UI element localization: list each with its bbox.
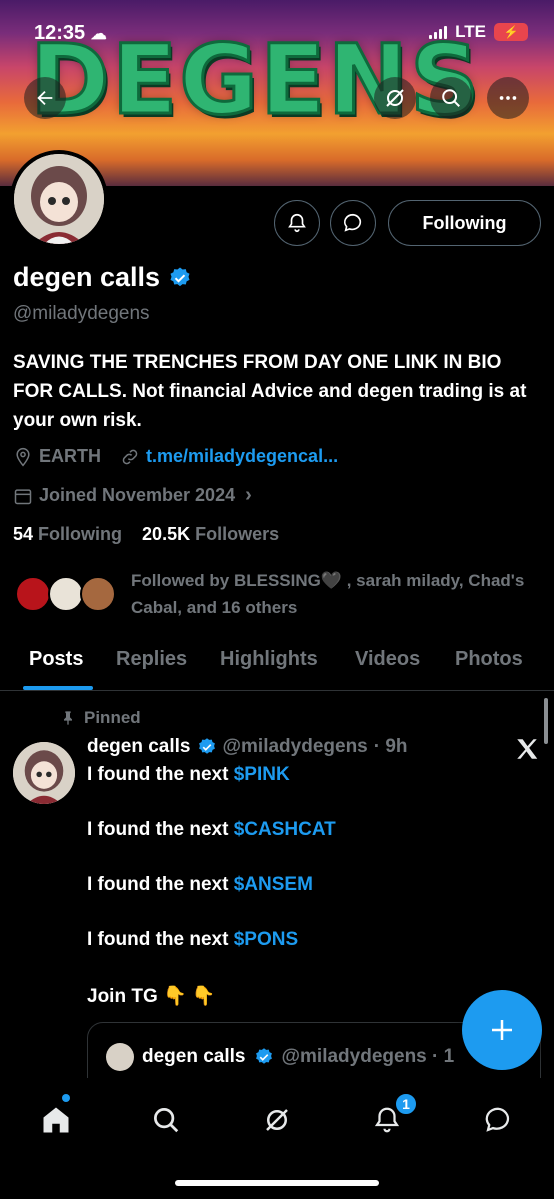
- post-header: degen calls @miladydegens · 9h: [87, 736, 408, 758]
- post-author-handle[interactable]: @miladydegens: [223, 736, 368, 758]
- quoted-author-avatar: [106, 1043, 134, 1071]
- scrollbar[interactable]: [544, 698, 548, 744]
- follower-avatar[interactable]: [15, 576, 51, 612]
- location-icon: [16, 447, 30, 466]
- x-logo-button[interactable]: [514, 736, 540, 767]
- cashtag[interactable]: $ANSEM: [234, 874, 313, 895]
- nav-home[interactable]: [36, 1100, 76, 1140]
- verified-badge-icon: [198, 738, 215, 754]
- home-icon: [43, 1107, 69, 1133]
- more-button[interactable]: [487, 77, 529, 119]
- post-line: I found the next $PINK: [87, 764, 290, 785]
- grok-button[interactable]: [374, 77, 416, 119]
- profile-name: degen calls: [13, 262, 161, 292]
- pin-icon: [64, 711, 72, 725]
- back-arrow-icon: [37, 90, 53, 106]
- status-time: 12:35 ☁: [34, 22, 107, 44]
- follower-avatar[interactable]: [80, 576, 116, 612]
- more-icon: [499, 96, 517, 100]
- verified-badge-icon: [170, 267, 190, 286]
- notification-badge: 1: [394, 1092, 418, 1116]
- profile-avatar[interactable]: [10, 150, 108, 248]
- tab-posts[interactable]: Posts: [29, 648, 83, 671]
- location-text: EARTH: [39, 446, 101, 466]
- chevron-right-icon: ›: [245, 484, 252, 506]
- link-row[interactable]: t.me/miladydegencal...: [120, 446, 338, 467]
- quoted-author-name: degen calls: [142, 1046, 246, 1067]
- followers-stat[interactable]: 20.5K Followers: [142, 524, 279, 544]
- verified-badge-icon: [255, 1048, 272, 1064]
- notify-button[interactable]: [274, 200, 320, 246]
- following-stat[interactable]: 54 Following: [13, 524, 122, 544]
- post-line: I found the next $ANSEM: [87, 874, 313, 895]
- signal-icon: [429, 25, 448, 39]
- post-author-name[interactable]: degen calls: [87, 736, 191, 758]
- message-icon: [344, 213, 362, 232]
- tab-replies[interactable]: Replies: [116, 648, 187, 671]
- profile-handle: @miladydegens: [13, 303, 150, 324]
- profile-link[interactable]: t.me/miladydegencal...: [146, 446, 338, 467]
- status-indicators: LTE ⚡: [429, 22, 528, 42]
- cashtag[interactable]: $CASHCAT: [234, 819, 336, 840]
- network-label: LTE: [455, 22, 486, 41]
- post-line: I found the next $PONS: [87, 929, 299, 950]
- active-tab-indicator: [23, 686, 93, 690]
- follow-stats: 54 Following 20.5K Followers: [13, 524, 279, 545]
- post-join-text: Join TG 👇 👇: [87, 986, 216, 1007]
- post-line: I found the next $CASHCAT: [87, 819, 336, 840]
- tab-photos[interactable]: Photos: [455, 648, 523, 671]
- post-author-avatar[interactable]: [13, 742, 75, 804]
- mail-icon: [485, 1107, 510, 1132]
- search-icon: [442, 89, 460, 107]
- following-button[interactable]: Following: [388, 200, 541, 246]
- location-row: EARTH: [13, 446, 101, 467]
- quoted-post-header: degen calls @miladydegens · 1: [106, 1043, 454, 1071]
- bell-add-icon: [288, 213, 306, 233]
- nav-search[interactable]: [146, 1100, 186, 1140]
- compose-button[interactable]: [462, 990, 542, 1070]
- follower-avatar[interactable]: [48, 576, 84, 612]
- plus-icon: [492, 1020, 512, 1040]
- followed-by-text[interactable]: Followed by BLESSING🖤 , sarah milady, Ch…: [131, 567, 531, 621]
- cashtag[interactable]: $PINK: [234, 764, 290, 785]
- x-logo-icon: [517, 739, 538, 759]
- avatar-image: [13, 742, 75, 804]
- tab-highlights[interactable]: Highlights: [220, 648, 318, 671]
- calendar-icon: [14, 488, 32, 504]
- cashtag[interactable]: $PONS: [234, 929, 298, 950]
- joined-row[interactable]: Joined November 2024 ›: [13, 484, 252, 507]
- search-button[interactable]: [430, 77, 472, 119]
- message-button[interactable]: [330, 200, 376, 246]
- joined-text: Joined November 2024: [39, 485, 236, 505]
- profile-bio: SAVING THE TRENCHES FROM DAY ONE LINK IN…: [13, 352, 527, 431]
- home-indicator: [175, 1180, 379, 1186]
- nav-grok[interactable]: [257, 1100, 297, 1140]
- battery-icon: ⚡: [494, 23, 528, 41]
- pinned-label: Pinned: [60, 708, 141, 728]
- avatar-image: [14, 154, 104, 244]
- profile-name-row: degen calls: [13, 262, 192, 293]
- back-button[interactable]: [24, 77, 66, 119]
- grok-icon: [386, 89, 404, 107]
- profile-tabs: Posts Replies Highlights Videos Photos: [0, 640, 554, 691]
- quoted-author-handle: @miladydegens · 1: [281, 1046, 455, 1067]
- nav-messages[interactable]: [478, 1100, 518, 1140]
- grok-icon: [266, 1109, 288, 1131]
- post-time: · 9h: [373, 736, 408, 757]
- search-icon: [154, 1108, 179, 1133]
- home-unread-dot: [62, 1094, 70, 1102]
- link-icon: [122, 449, 138, 464]
- tab-videos[interactable]: Videos: [355, 648, 420, 671]
- banner-title: DEGENS: [28, 24, 482, 136]
